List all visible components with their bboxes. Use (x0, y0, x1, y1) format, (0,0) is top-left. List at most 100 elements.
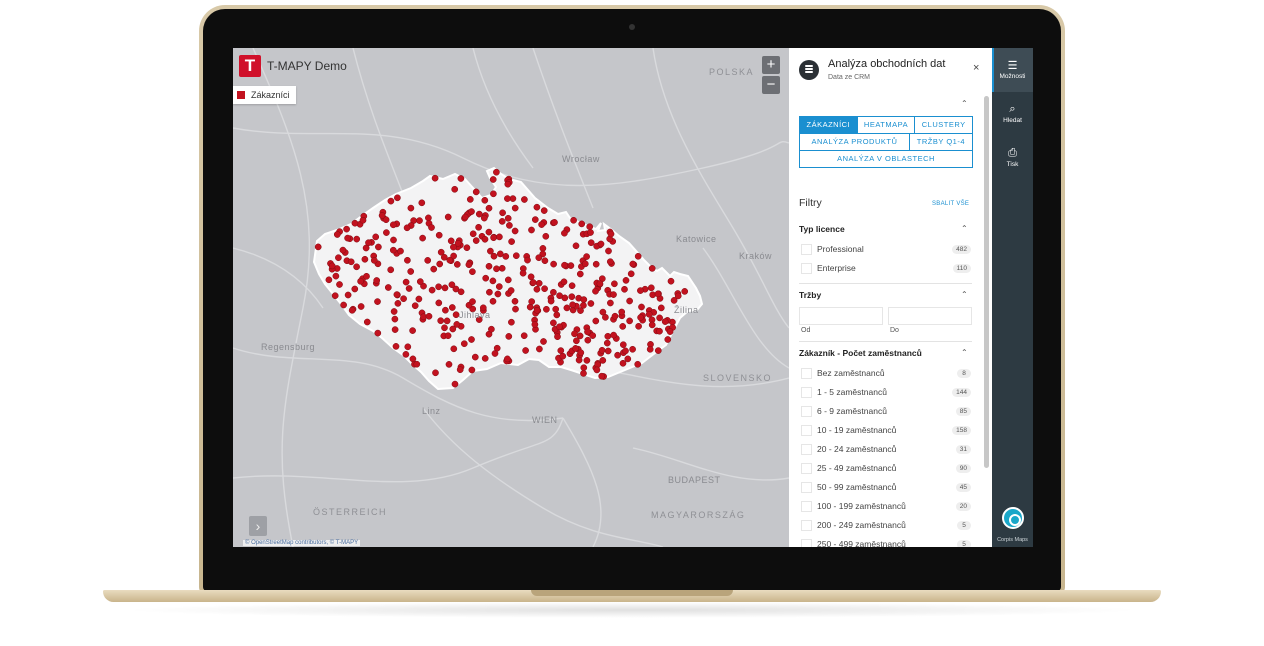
customer-marker[interactable] (664, 336, 672, 343)
customer-marker[interactable] (681, 288, 689, 295)
license-section-title[interactable]: Typ licence (799, 224, 845, 234)
checkbox[interactable] (801, 386, 812, 398)
revenue-to-input[interactable] (888, 307, 972, 325)
customer-marker[interactable] (547, 297, 555, 305)
customer-marker[interactable] (494, 290, 502, 298)
tab-heatmapa[interactable]: HEATMAPA (856, 116, 916, 134)
rail-search-button[interactable]: ⌕ Hledat (992, 103, 1033, 124)
customer-marker[interactable] (598, 372, 606, 380)
tab-analyza-produktu[interactable]: ANALÝZA PRODUKTŮ (799, 133, 910, 151)
checkbox[interactable] (801, 481, 812, 493)
filter-option[interactable]: 50 - 99 zaměstnanců 45 (801, 480, 971, 494)
customer-marker[interactable] (390, 236, 397, 244)
customer-marker[interactable] (443, 317, 451, 325)
customer-marker[interactable] (550, 319, 557, 327)
customer-marker[interactable] (453, 261, 461, 268)
customer-marker[interactable] (450, 345, 458, 353)
customer-marker[interactable] (602, 313, 609, 321)
customer-marker[interactable] (493, 168, 500, 176)
checkbox[interactable] (801, 405, 812, 417)
customer-marker[interactable] (505, 333, 513, 340)
customer-marker[interactable] (561, 229, 568, 237)
customer-marker[interactable] (375, 243, 382, 251)
customer-marker[interactable] (394, 300, 402, 307)
filter-option[interactable]: 25 - 49 zaměstnanců 90 (801, 461, 971, 475)
customer-marker[interactable] (314, 243, 322, 251)
customer-marker[interactable] (575, 356, 583, 364)
customer-marker[interactable] (581, 260, 589, 268)
customer-marker[interactable] (646, 345, 654, 353)
customer-marker[interactable] (445, 361, 453, 368)
customer-marker[interactable] (528, 226, 535, 234)
customer-marker[interactable] (647, 284, 655, 292)
customer-marker[interactable] (391, 326, 399, 333)
customer-marker[interactable] (538, 221, 545, 228)
customer-marker[interactable] (522, 347, 529, 354)
customer-marker[interactable] (621, 285, 628, 293)
panel-scrollbar[interactable] (984, 96, 989, 468)
customer-marker[interactable] (587, 300, 595, 307)
customer-marker[interactable] (475, 223, 482, 231)
customer-marker[interactable] (626, 317, 633, 325)
customer-marker[interactable] (583, 253, 590, 260)
filter-option[interactable]: 20 - 24 zaměstnanců 31 (801, 442, 971, 456)
customer-marker[interactable] (344, 234, 351, 242)
customer-marker[interactable] (416, 278, 424, 285)
customer-marker[interactable] (415, 295, 423, 303)
chevron-right-icon[interactable]: › (249, 516, 267, 536)
customer-marker[interactable] (603, 339, 611, 347)
customer-marker[interactable] (559, 352, 567, 360)
customer-marker[interactable] (606, 258, 614, 266)
customer-marker[interactable] (571, 330, 578, 338)
checkbox[interactable] (801, 443, 812, 455)
customer-marker[interactable] (557, 347, 565, 354)
customer-marker[interactable] (465, 261, 473, 269)
customer-marker[interactable] (397, 247, 404, 255)
customer-marker[interactable] (435, 231, 443, 239)
customer-marker[interactable] (542, 232, 550, 240)
customer-marker[interactable] (626, 297, 633, 305)
customer-marker[interactable] (481, 235, 489, 243)
customer-marker[interactable] (400, 295, 407, 303)
customer-marker[interactable] (540, 207, 548, 214)
tab-clustery[interactable]: CLUSTERY (914, 116, 974, 134)
customer-marker[interactable] (487, 247, 494, 255)
filter-option[interactable]: 10 - 19 zaměstnanců 158 (801, 423, 971, 437)
customer-marker[interactable] (472, 237, 480, 244)
collapse-all-link[interactable]: SBALIT VŠE (932, 201, 969, 207)
customer-marker[interactable] (468, 336, 475, 343)
customer-marker[interactable] (553, 311, 561, 319)
checkbox[interactable] (801, 462, 812, 474)
customer-marker[interactable] (528, 298, 536, 305)
customer-marker[interactable] (598, 346, 606, 354)
customer-marker[interactable] (539, 245, 547, 252)
customer-marker[interactable] (667, 277, 675, 285)
customer-marker[interactable] (611, 280, 618, 288)
customer-marker[interactable] (389, 246, 397, 254)
filter-option[interactable]: 200 - 249 zaměstnanců 5 (801, 518, 971, 532)
customer-marker[interactable] (387, 266, 395, 274)
customer-marker[interactable] (442, 306, 449, 314)
customer-marker[interactable] (435, 283, 442, 291)
customer-marker[interactable] (392, 343, 400, 350)
customer-marker[interactable] (485, 262, 493, 270)
customer-marker[interactable] (634, 360, 642, 368)
customer-marker[interactable] (402, 278, 410, 286)
customer-marker[interactable] (504, 276, 512, 284)
customer-marker[interactable] (556, 323, 563, 331)
customer-marker[interactable] (654, 290, 662, 298)
customer-marker[interactable] (489, 297, 497, 305)
customer-marker[interactable] (498, 264, 506, 272)
customer-marker[interactable] (583, 357, 591, 364)
checkbox[interactable] (801, 367, 812, 379)
customer-marker[interactable] (468, 366, 476, 374)
customer-marker[interactable] (468, 208, 475, 215)
customer-marker[interactable] (512, 305, 519, 313)
customer-marker[interactable] (610, 291, 617, 298)
customer-marker[interactable] (645, 310, 653, 318)
customer-marker[interactable] (428, 224, 435, 231)
customer-marker[interactable] (407, 204, 415, 212)
chevron-up-icon[interactable]: ⌃ (961, 224, 968, 233)
customer-marker[interactable] (491, 350, 499, 357)
customer-marker[interactable] (383, 229, 390, 236)
